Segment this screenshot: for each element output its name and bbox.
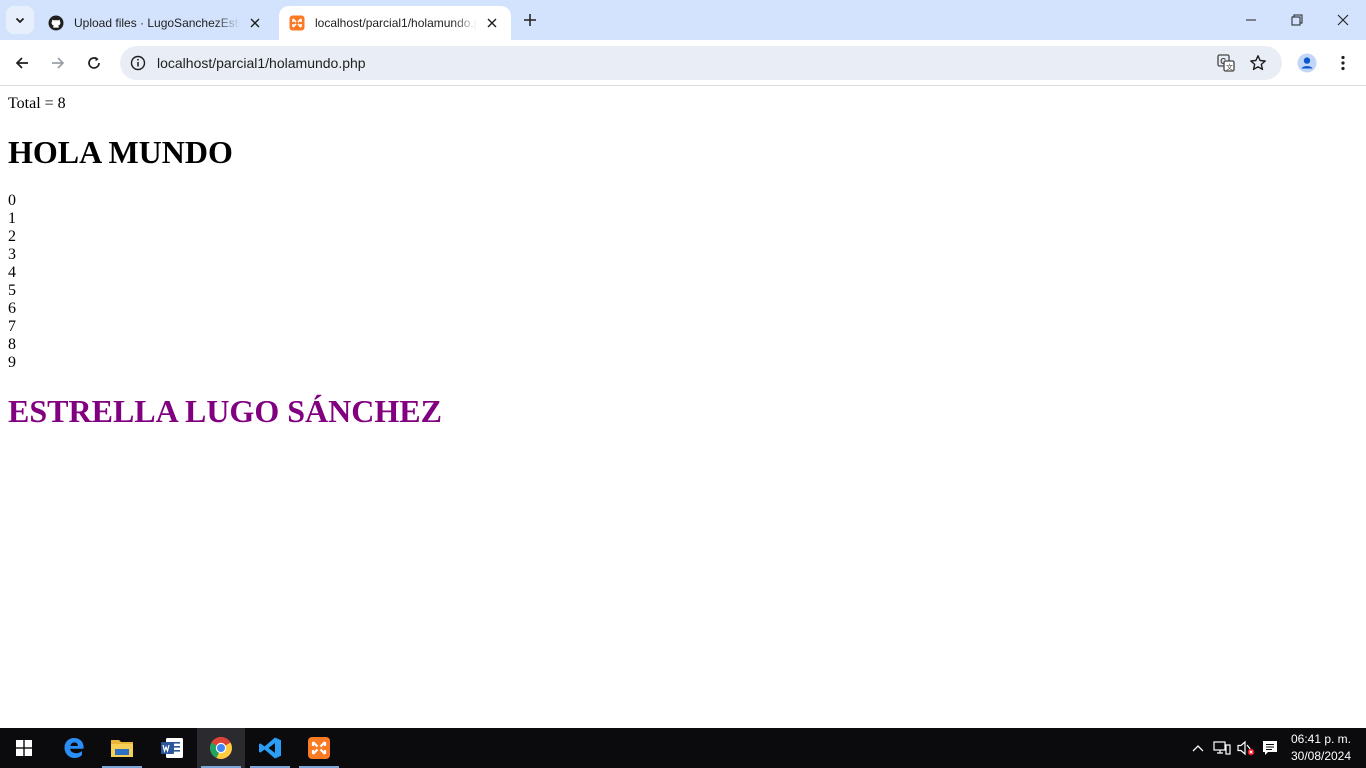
clock-date: 30/08/2024 bbox=[1290, 749, 1352, 763]
chevron-down-icon bbox=[15, 17, 25, 24]
number-item: 1 bbox=[8, 210, 16, 227]
back-button[interactable] bbox=[6, 47, 38, 79]
number-item: 5 bbox=[8, 282, 16, 299]
start-icon bbox=[16, 740, 32, 756]
bookmark-star-icon[interactable] bbox=[1248, 53, 1268, 73]
number-item: 3 bbox=[8, 246, 16, 263]
taskbar-xampp[interactable] bbox=[295, 728, 343, 768]
windows-taskbar: 06:41 p. m. 30/08/2024 bbox=[0, 728, 1366, 768]
number-item: 4 bbox=[8, 264, 16, 281]
restore-icon bbox=[1291, 14, 1303, 26]
svg-text:文: 文 bbox=[1226, 63, 1233, 72]
tab-title: localhost/parcial1/holamundo.php bbox=[315, 16, 477, 30]
clock-time: 06:41 p. m. bbox=[1290, 732, 1352, 746]
network-button[interactable] bbox=[1211, 728, 1233, 768]
edge-icon bbox=[64, 738, 84, 758]
action-center-icon bbox=[1263, 741, 1277, 755]
show-hidden-icons-button[interactable] bbox=[1188, 728, 1208, 768]
close-tab-icon[interactable] bbox=[246, 14, 264, 32]
system-clock[interactable]: 06:41 p. m. 30/08/2024 bbox=[1284, 731, 1358, 765]
tab-strip: Upload files · LugoSanchezEstrella local… bbox=[0, 0, 1366, 40]
browser-toolbar: localhost/parcial1/holamundo.php G文 bbox=[0, 40, 1366, 86]
plus-icon bbox=[524, 14, 536, 26]
chrome-icon bbox=[210, 737, 232, 759]
tab-search-button[interactable] bbox=[6, 6, 34, 34]
kebab-menu-icon bbox=[1341, 55, 1345, 71]
profile-avatar-icon bbox=[1297, 53, 1317, 73]
total-text: Total = 8 bbox=[8, 95, 66, 112]
forward-button[interactable] bbox=[42, 47, 74, 79]
address-bar[interactable]: localhost/parcial1/holamundo.php G文 bbox=[120, 46, 1282, 80]
xampp-icon bbox=[289, 15, 305, 31]
taskbar-edge[interactable] bbox=[50, 728, 98, 768]
start-button[interactable] bbox=[0, 728, 48, 768]
number-item: 9 bbox=[8, 354, 16, 371]
restore-button[interactable] bbox=[1274, 0, 1320, 40]
close-tab-icon[interactable] bbox=[483, 14, 501, 32]
vscode-icon bbox=[259, 737, 281, 759]
close-window-button[interactable] bbox=[1320, 0, 1366, 40]
number-item: 2 bbox=[8, 228, 16, 245]
network-icon bbox=[1213, 741, 1231, 755]
reload-icon bbox=[88, 56, 100, 69]
author-name-heading: ESTRELLA LUGO SÁNCHEZ bbox=[8, 393, 442, 429]
notifications-button[interactable] bbox=[1259, 728, 1281, 768]
menu-button[interactable] bbox=[1327, 47, 1359, 79]
xampp-icon bbox=[308, 737, 330, 759]
tab-title: Upload files · LugoSanchezEstrella bbox=[74, 16, 240, 30]
volume-muted-icon bbox=[1237, 740, 1255, 756]
minimize-button[interactable] bbox=[1228, 0, 1274, 40]
translate-icon[interactable]: G文 bbox=[1216, 53, 1236, 73]
number-item: 6 bbox=[8, 300, 16, 317]
taskbar-vscode[interactable] bbox=[246, 728, 294, 768]
volume-button[interactable] bbox=[1235, 728, 1257, 768]
site-info-icon[interactable] bbox=[128, 53, 148, 73]
number-item: 7 bbox=[8, 318, 16, 335]
page-content: Total = 8 HOLA MUNDO 0 1 2 3 4 5 6 7 8 9… bbox=[0, 87, 1366, 728]
profile-button[interactable] bbox=[1291, 47, 1323, 79]
tab-holamundo[interactable]: localhost/parcial1/holamundo.php bbox=[279, 6, 511, 40]
taskbar-file-explorer[interactable] bbox=[98, 728, 146, 768]
minimize-icon bbox=[1246, 19, 1256, 21]
taskbar-chrome[interactable] bbox=[197, 728, 245, 768]
page-heading: HOLA MUNDO bbox=[8, 134, 233, 170]
number-list: 0 1 2 3 4 5 6 7 8 9 bbox=[8, 192, 16, 372]
back-arrow-icon bbox=[15, 57, 28, 69]
word-icon bbox=[161, 738, 183, 758]
chevron-up-icon bbox=[1192, 745, 1204, 752]
taskbar-word[interactable] bbox=[148, 728, 196, 768]
close-icon bbox=[1337, 14, 1349, 26]
url-text[interactable]: localhost/parcial1/holamundo.php bbox=[157, 55, 366, 71]
new-tab-button[interactable] bbox=[519, 9, 541, 31]
number-item: 8 bbox=[8, 336, 16, 353]
reload-button[interactable] bbox=[78, 47, 110, 79]
forward-arrow-icon bbox=[52, 57, 65, 69]
file-explorer-icon bbox=[111, 740, 133, 757]
number-item: 0 bbox=[8, 192, 16, 209]
github-icon bbox=[48, 15, 64, 31]
tab-github-upload[interactable]: Upload files · LugoSanchezEstrella bbox=[38, 6, 274, 40]
